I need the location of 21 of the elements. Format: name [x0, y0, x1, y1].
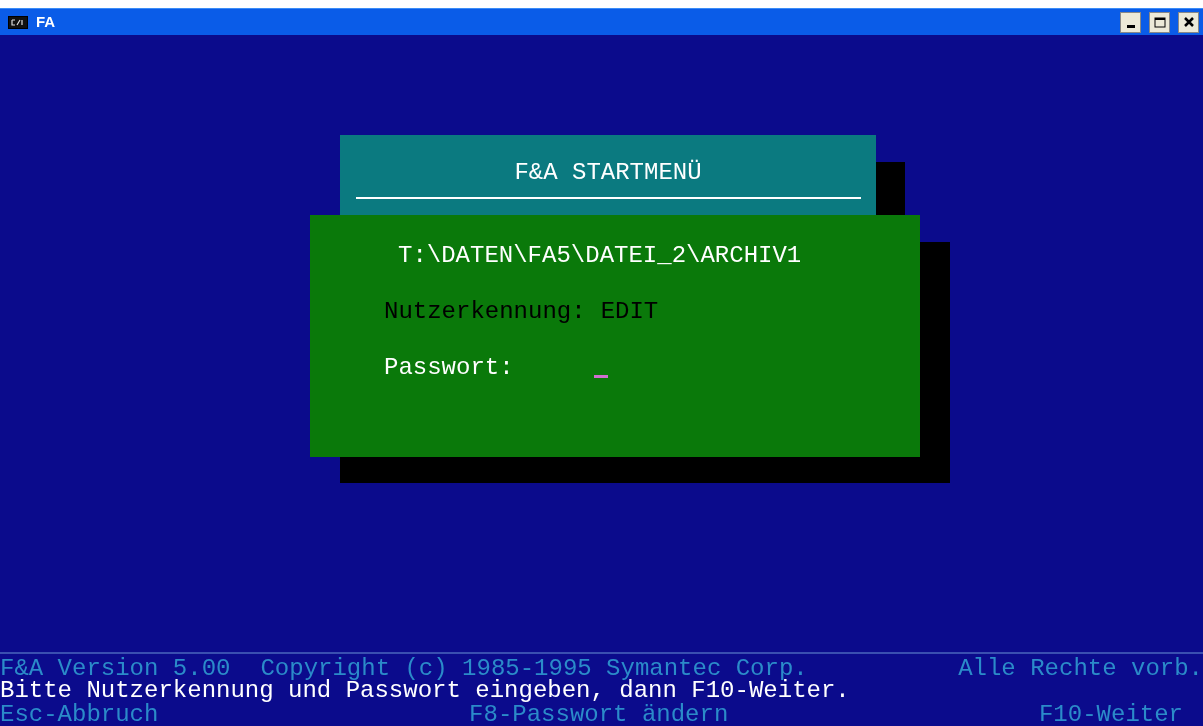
close-icon	[1183, 17, 1194, 27]
close-button[interactable]	[1178, 11, 1199, 33]
version-text: F&A Version 5.00	[0, 658, 231, 680]
copyright-text: Copyright (c) 1985-1995 Symantec Corp.	[260, 658, 808, 680]
text-cursor	[593, 375, 608, 378]
archive-path: T:\DATEN\FA5\DATEI_2\ARCHIV1	[397, 243, 803, 269]
function-key-hint[interactable]: F10-Weiter	[1038, 704, 1183, 726]
console-icon	[8, 15, 28, 29]
field-label: Passwort:	[384, 355, 514, 381]
minimize-button[interactable]	[1120, 11, 1141, 33]
maximize-icon	[1153, 16, 1166, 28]
dialog-title: F&A STARTMENÜ	[514, 161, 702, 185]
function-key-hint[interactable]: F8-Passwort ändern	[469, 704, 729, 726]
field-label: Nutzerkennung:	[384, 299, 586, 325]
maximize-button[interactable]	[1149, 11, 1170, 33]
function-key-hint[interactable]: Esc-Abbruch	[0, 704, 159, 726]
minimize-icon	[1126, 24, 1135, 28]
window-title: FA	[36, 11, 56, 32]
status-message: Bitte Nutzerkennung und Passwort eingeben, dann F10-Weiter.	[0, 680, 851, 702]
user-id-field[interactable]: EDIT	[600, 299, 659, 325]
rights-text: Alle Rechte vorb.	[958, 658, 1203, 680]
